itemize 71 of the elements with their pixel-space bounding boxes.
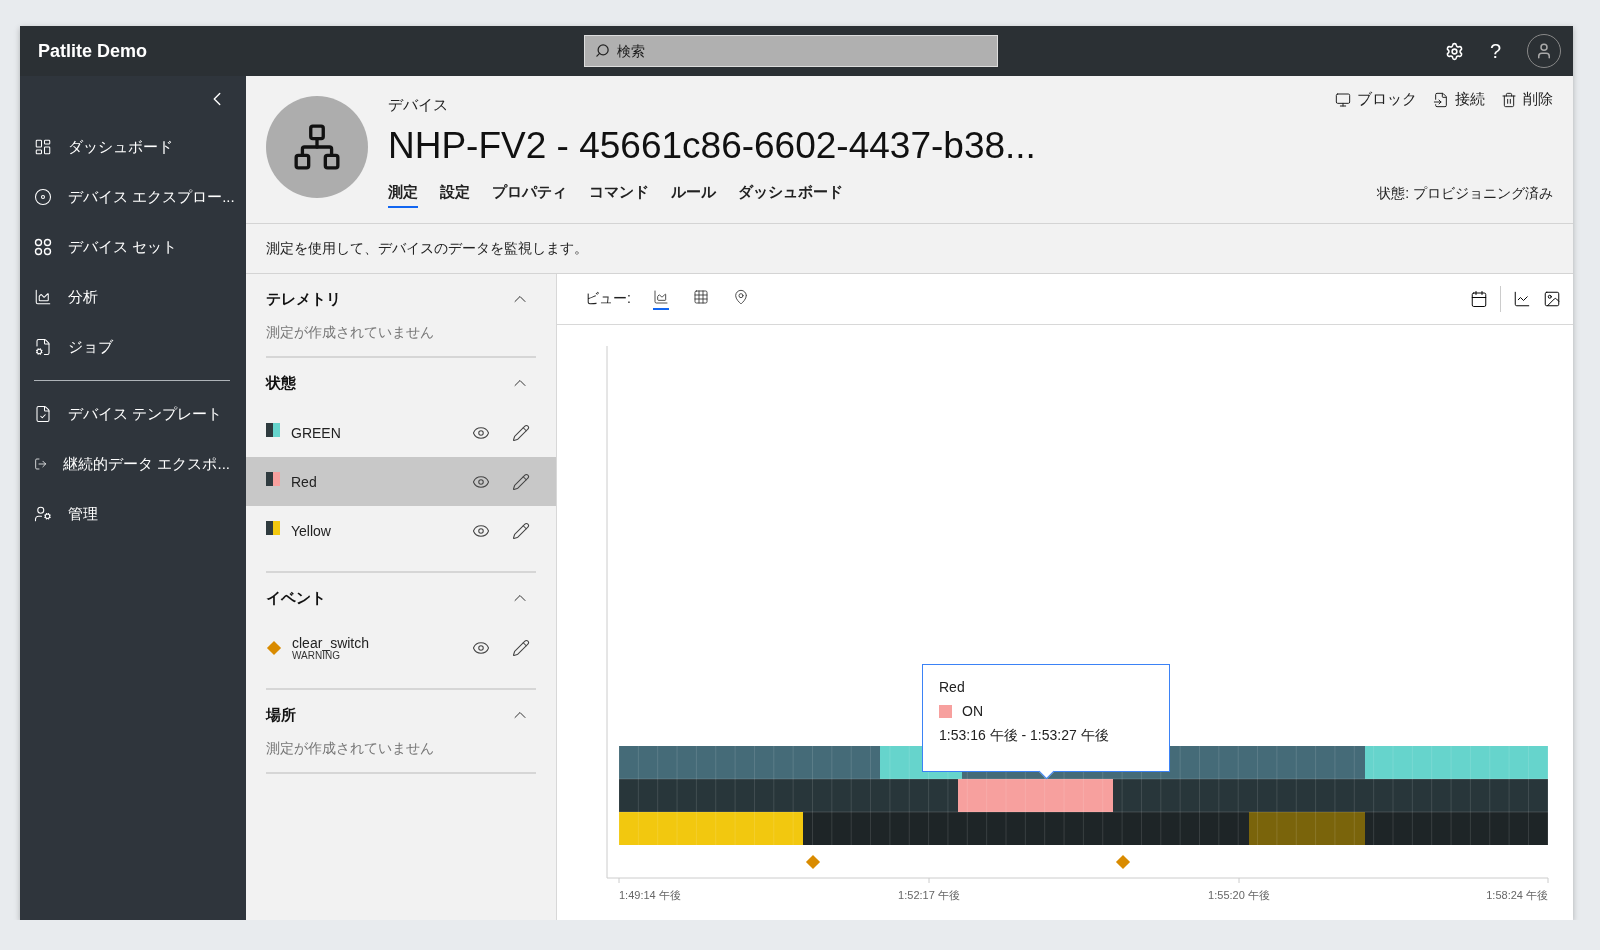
state-swatch-icon [266,471,280,486]
tab[interactable]: 測定 [388,183,418,208]
settings-icon[interactable] [1444,41,1464,61]
tick-label: 1:52:17 午後 [898,889,960,901]
measurement-name: Red [291,473,318,490]
four-circles-icon [34,238,52,256]
pencil-icon[interactable] [512,638,530,657]
sidebar-item[interactable]: ジョブ [20,322,246,372]
tooltip-range: 1:53:16 午後 - 1:53:27 午後 [939,727,1110,745]
sidebar-item[interactable]: デバイス テンプレート [34,389,230,439]
line-chart-icon[interactable] [1513,290,1531,308]
sidebar-item[interactable]: ダッシュボード [20,122,246,172]
state-swatch-icon [266,422,280,437]
empty-message: 測定が作成されていません [265,324,435,342]
user-gear-icon [34,505,52,523]
action-button[interactable]: 削除 [1501,90,1553,109]
action-button[interactable]: ブロック [1335,90,1417,109]
image-chart-icon[interactable] [1543,290,1561,308]
tooltip-value: ON [962,703,983,719]
file-gear-icon [34,338,52,356]
tick-label: 1:49:14 午後 [619,889,681,901]
file-badge-icon [34,405,52,423]
area-chart-view-button[interactable] [652,288,669,310]
view-label: ビュー: [585,290,631,308]
measurement-name: GREEN [291,424,342,441]
tab[interactable]: コマンド [589,183,649,208]
tick-label: 1:55:20 午後 [1208,889,1270,901]
export-arrow-icon [34,455,48,473]
pencil-icon[interactable] [512,521,530,540]
area-chart-icon [34,288,52,306]
severity-label: WARNING [292,650,340,661]
sidebar-item[interactable]: 管理 [34,489,230,539]
calendar-icon[interactable] [1470,290,1488,308]
file-arrow-icon [1433,91,1449,108]
dashboard-icon [34,138,52,156]
trash-icon [1501,91,1517,108]
pencil-icon[interactable] [512,423,530,442]
tab[interactable]: プロパティ [492,183,567,208]
empty-message: 測定が作成されていません [265,740,435,758]
device-title: NHP-FV2 - 45661c86-6602-4437-b38... [388,125,1036,167]
device-type-label: デバイス [388,96,449,115]
section-title: 状態 [266,373,296,393]
section-title: テレメトリ [266,289,341,309]
disc-icon [34,188,52,206]
measurement-row[interactable]: Red [246,457,556,506]
sidebar-item[interactable]: 分析 [20,272,246,322]
network-device-icon [292,122,342,172]
sidebar-item[interactable]: デバイス エクスプロー... [20,172,246,222]
measurement-row[interactable]: GREEN [246,408,556,457]
tick-label: 1:58:24 午後 [1486,889,1548,901]
measurement-row[interactable]: Yellow [246,506,556,555]
section-title: イベント [266,588,326,608]
monitor-icon [1335,91,1351,108]
sidebar-item[interactable]: デバイス セット [20,222,246,272]
app-title: Patlite Demo [38,40,149,62]
tab[interactable]: ルール [671,183,716,208]
action-button[interactable]: 接続 [1433,90,1485,109]
tab[interactable]: 設定 [440,183,470,208]
state-swatch-icon [266,520,280,535]
device-status: 状態: プロビジョニング済み [1377,185,1553,203]
measurement-name: clear_switch [292,634,371,651]
search-field[interactable]: 検索 [584,35,998,67]
sidebar-item[interactable]: 継続的データ エクスポ... [34,439,230,489]
pencil-icon[interactable] [512,472,530,491]
search-icon [595,43,610,58]
help-button[interactable]: ? [1489,39,1501,63]
section-title: 場所 [266,705,296,725]
tab[interactable]: ダッシュボード [738,183,843,208]
tooltip-title: Red [939,679,966,695]
measurement-row[interactable]: clear_switch WARNING [246,623,556,672]
measurement-name: Yellow [291,522,332,539]
